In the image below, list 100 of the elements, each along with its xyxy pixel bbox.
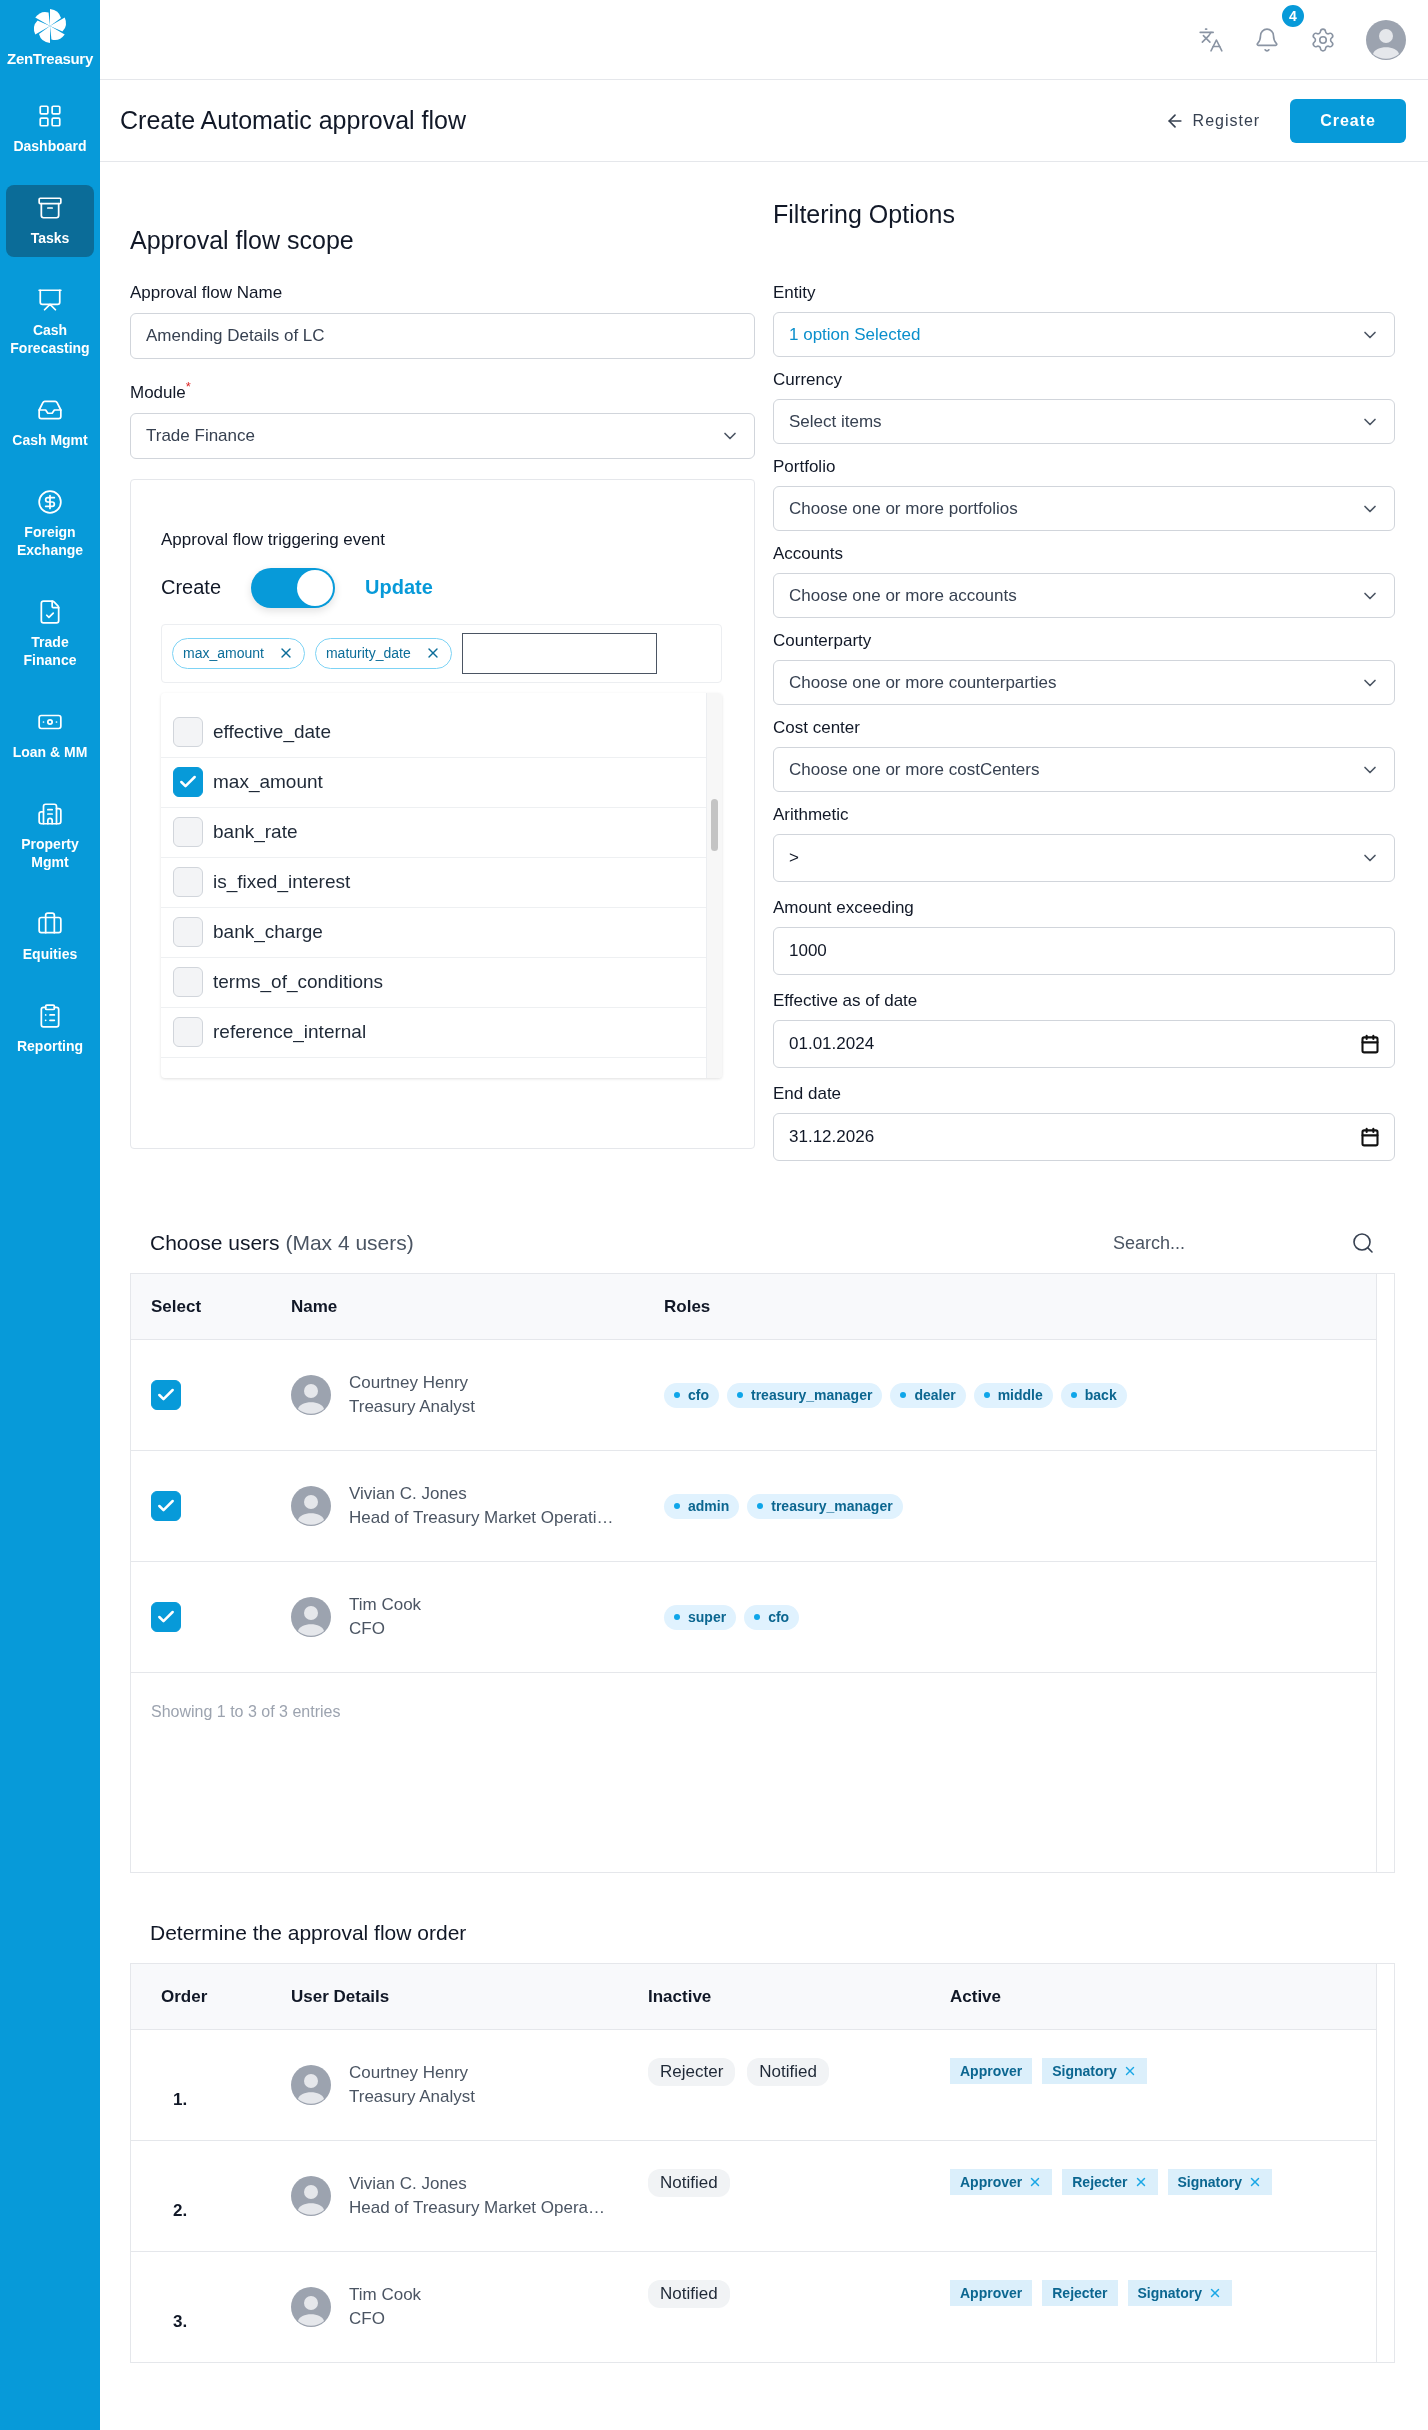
back-link[interactable]: Register [1164,110,1261,131]
sidebar-item[interactable]: Tasks [6,185,94,257]
tag-input-field[interactable]: max_amount maturity_date [161,623,722,683]
active-role[interactable]: Rejecter [1042,2280,1118,2306]
date-field[interactable]: 31.12.2026 [773,1113,1395,1161]
option-item[interactable]: bank_charge [161,907,706,958]
user-name: Courtney Henry [349,1373,470,1393]
menu-item-icon [37,911,63,937]
role-tag: cfo [664,1382,719,1408]
select-field[interactable]: > [773,834,1395,882]
toggle-switch[interactable] [251,567,336,608]
user-title: Head of Treasury Market Opera… [349,2198,606,2218]
checkbox[interactable] [151,1380,181,1410]
option-item[interactable]: effective_date [161,707,706,758]
toggle-label: Create [161,576,222,600]
option-label: max_amount [213,771,323,794]
page-title: Create Automatic approval flow [120,106,466,135]
user-name: Vivian C. Jones [349,2174,468,2194]
column-header: User Details [290,1986,391,2007]
field-label: Accounts [773,544,844,564]
order-number: 2. [172,2200,189,2221]
role-tag: back [1060,1382,1127,1408]
user-name: Courtney Henry [349,2063,470,2083]
select-field[interactable]: Select items [773,399,1395,444]
user-avatar-button[interactable] [1366,19,1406,60]
translate-icon[interactable] [1198,26,1224,53]
checkbox[interactable] [173,767,203,798]
option-item[interactable]: is_fixed_interest [161,857,706,908]
option-label: effective_date [213,721,331,744]
active-role[interactable]: Signatory [1127,2280,1233,2306]
active-role[interactable]: Approver [950,2280,1033,2306]
option-label: bank_charge [213,921,323,944]
notifications-icon[interactable] [1254,26,1280,53]
date-field[interactable]: 01.01.2024 [773,1020,1395,1068]
section-title: Choose users (Max 4 users) [150,1231,414,1255]
scrollbar[interactable] [706,692,722,1078]
column-header: Inactive [647,1986,713,2007]
checkbox[interactable] [151,1602,181,1632]
select-field[interactable]: Choose one or more costCenters [773,747,1395,792]
checkbox[interactable] [151,1491,181,1521]
option-item[interactable]: reference_internal [161,1007,706,1058]
menu-item-icon [37,287,63,313]
field-label: End date [773,1084,843,1104]
section-title: Determine the approval flow order [150,1921,467,1945]
option-item[interactable]: terms_of_conditions [161,957,706,1008]
option-label: terms_of_conditions [213,971,384,994]
select-field[interactable]: 1 option Selected [773,312,1395,357]
section-title: Approval flow scope [130,226,355,255]
user-name: Vivian C. Jones [349,1484,468,1504]
user-title: Treasury Analyst [349,1397,475,1417]
active-role[interactable]: Signatory [1042,2058,1147,2084]
column-header: Select [150,1296,203,1317]
option-item[interactable]: max_amount [161,757,706,808]
select-field[interactable]: Choose one or more accounts [773,573,1395,618]
role-tag: treasury_manager [747,1493,903,1519]
option-label: bank_rate [213,821,298,844]
option-item[interactable]: bank_rate [161,807,706,858]
field-label: Entity [773,283,817,303]
avatar [1366,19,1406,60]
input-field[interactable]: Amending Details of LC [130,313,755,359]
active-role[interactable]: Signatory [1167,2169,1273,2195]
role-tag: admin [664,1493,740,1519]
avatar [291,1597,331,1637]
user-title: CFO [349,1619,386,1639]
user-name: Tim Cook [349,2285,422,2305]
role-tag: middle [973,1382,1053,1408]
text-input[interactable] [461,632,657,674]
avatar [291,2065,331,2105]
toggle-label: Update [365,576,433,600]
role-tag: dealer [890,1382,966,1408]
calendar-icon[interactable] [1360,1127,1380,1147]
active-role[interactable]: Approver [950,2169,1053,2195]
menu-item-icon [37,599,63,625]
notification-count: 4 [1280,2,1306,29]
section-title: Filtering Options [773,200,957,229]
order-number: 3. [172,2311,189,2332]
column-header: Roles [663,1296,712,1317]
active-role[interactable]: Rejecter [1062,2169,1158,2195]
user-title: CFO [349,2309,386,2329]
field-label: Effective as of date [773,991,919,1011]
column-header: Active [949,1986,1003,2007]
option-label: reference_internal [213,1021,367,1044]
select-field[interactable]: Choose one or more portfolios [773,486,1395,531]
settings-icon[interactable] [1310,26,1336,53]
input-field[interactable]: 1000 [773,927,1395,975]
select-field[interactable]: Choose one or more counterparties [773,660,1395,705]
column-header: Order [160,1986,209,2007]
active-role[interactable]: Approver [950,2058,1033,2084]
avatar [291,2176,331,2216]
select-field[interactable]: Trade Finance [130,412,755,459]
menu-item-icon [37,195,63,221]
field-label: Counterparty [773,631,873,651]
field-label: Approval flow Name [130,283,284,303]
role-tag: cfo [744,1604,800,1630]
field-label: Module$^{*}$ [130,379,192,403]
search-icon[interactable] [1351,1231,1375,1255]
calendar-icon[interactable] [1360,1034,1380,1054]
menu-item-icon [37,801,63,827]
role-tag: super [664,1604,737,1630]
field-label: Currency [773,370,843,390]
